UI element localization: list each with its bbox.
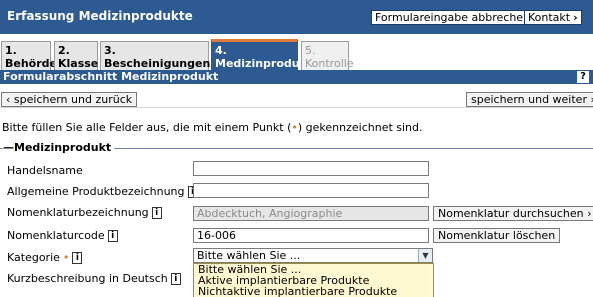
save-and-next-label: speichern und weiter — [471, 93, 587, 106]
contact-button[interactable]: Kontakt › — [524, 10, 582, 25]
tab-kontrolle: 5. Kontrolle — [301, 41, 354, 70]
nomenklatur-search-label: Nomenklatur durchsuchen — [438, 207, 584, 220]
save-and-next-button[interactable]: speichern und weiter › — [466, 92, 593, 107]
kurzbeschreibung-label: Kurzbeschreibung in Deutsch i — [7, 272, 181, 285]
help-icon[interactable]: ? — [577, 71, 589, 83]
kategorie-select[interactable]: Bitte wählen Sie ... ▼ — [193, 248, 433, 263]
nomenklatur-delete-button[interactable]: Nomenklatur löschen — [433, 228, 561, 243]
info-icon[interactable]: i — [72, 252, 83, 264]
chevron-down-icon[interactable]: ▼ — [418, 249, 432, 262]
step-tabs: 1. Behörde 2. Klasse 3. Bescheinigungeni… — [0, 34, 593, 70]
kategorie-selected-value: Bitte wählen Sie ... — [197, 249, 301, 262]
nomenklaturbezeichnung-label: Nomenklaturbezeichnung i — [7, 206, 162, 219]
fieldset-legend: —Medizinprodukt — [3, 141, 115, 154]
contact-label: Kontakt — [528, 11, 571, 24]
info-icon[interactable]: i — [170, 273, 181, 285]
nomenklatur-delete-label: Nomenklatur löschen — [438, 229, 556, 242]
action-bar: ‹ speichern und zurück speichern und wei… — [0, 84, 593, 108]
handelsname-label: Handelsname — [7, 164, 83, 177]
allgemeine-bezeichnung-input[interactable] — [193, 183, 429, 198]
chevron-left-icon: ‹ — [6, 93, 14, 106]
nomenklaturcode-input[interactable]: 16-006 — [193, 228, 429, 243]
allgemeine-bezeichnung-label: Allgemeine Produktbezeichnungi — [7, 185, 198, 198]
instruction-text: Bitte füllen Sie alle Felder aus, die mi… — [2, 121, 423, 134]
section-title: Formularabschnitt Medizinprodukt — [3, 70, 219, 83]
tab-label: Medizinprodukt — [215, 57, 313, 70]
instruction-after: ) gekennzeichnet sind. — [297, 121, 423, 134]
kategorie-label: Kategorie • i — [7, 251, 83, 264]
chevron-right-icon: › — [573, 11, 578, 24]
info-icon[interactable]: i — [107, 230, 118, 242]
section-header: Formularabschnitt Medizinprodukt ? — [0, 70, 593, 84]
save-and-back-label: speichern und zurück — [13, 93, 133, 106]
tab-number: 5. — [305, 44, 316, 57]
tab-number: 2. — [58, 44, 70, 57]
chevron-right-icon: › — [583, 207, 592, 220]
kategorie-dropdown: Bitte wählen Sie ... Aktive implantierba… — [193, 263, 434, 297]
save-and-back-button[interactable]: ‹ speichern und zurück — [1, 92, 138, 107]
tab-medizinprodukt[interactable]: 4. Medizinprodukt — [211, 39, 312, 70]
cancel-form-label: Formulareingabe abbrechen — [375, 11, 531, 24]
tab-klasse[interactable]: 2. Klasse — [54, 41, 98, 70]
tab-label: Kontrolle — [305, 57, 354, 70]
nomenklaturcode-label: Nomenklaturcode i — [7, 229, 118, 242]
tab-bescheinigungen[interactable]: 3. Bescheinigungeni — [100, 41, 221, 70]
nomenklaturbezeichnung-input: Abdecktuch, Angiographie — [193, 206, 429, 221]
tab-label: Bescheinigungen — [104, 57, 211, 70]
tab-number: 4. — [215, 44, 227, 57]
cancel-form-button[interactable]: Formulareingabe abbrechen› — [371, 10, 542, 25]
tab-label: Klasse — [58, 57, 99, 70]
app-header: Erfassung Medizinprodukte Formulareingab… — [0, 0, 593, 34]
nomenklatur-search-button[interactable]: Nomenklatur durchsuchen › — [433, 206, 593, 221]
dropdown-option[interactable]: Nichtaktive implantierbare Produkte — [194, 286, 433, 297]
required-dot-icon: • — [62, 251, 70, 264]
tab-number: 3. — [104, 44, 116, 57]
app-title: Erfassung Medizinprodukte — [7, 9, 193, 23]
tab-number: 1. — [5, 44, 17, 57]
tab-label: Behörde — [5, 57, 57, 70]
handelsname-input[interactable] — [193, 161, 429, 176]
chevron-right-icon: › — [587, 93, 593, 106]
tab-behoerde[interactable]: 1. Behörde — [1, 41, 57, 70]
instruction-before: Bitte füllen Sie alle Felder aus, die mi… — [2, 121, 292, 134]
info-icon[interactable]: i — [151, 207, 162, 219]
